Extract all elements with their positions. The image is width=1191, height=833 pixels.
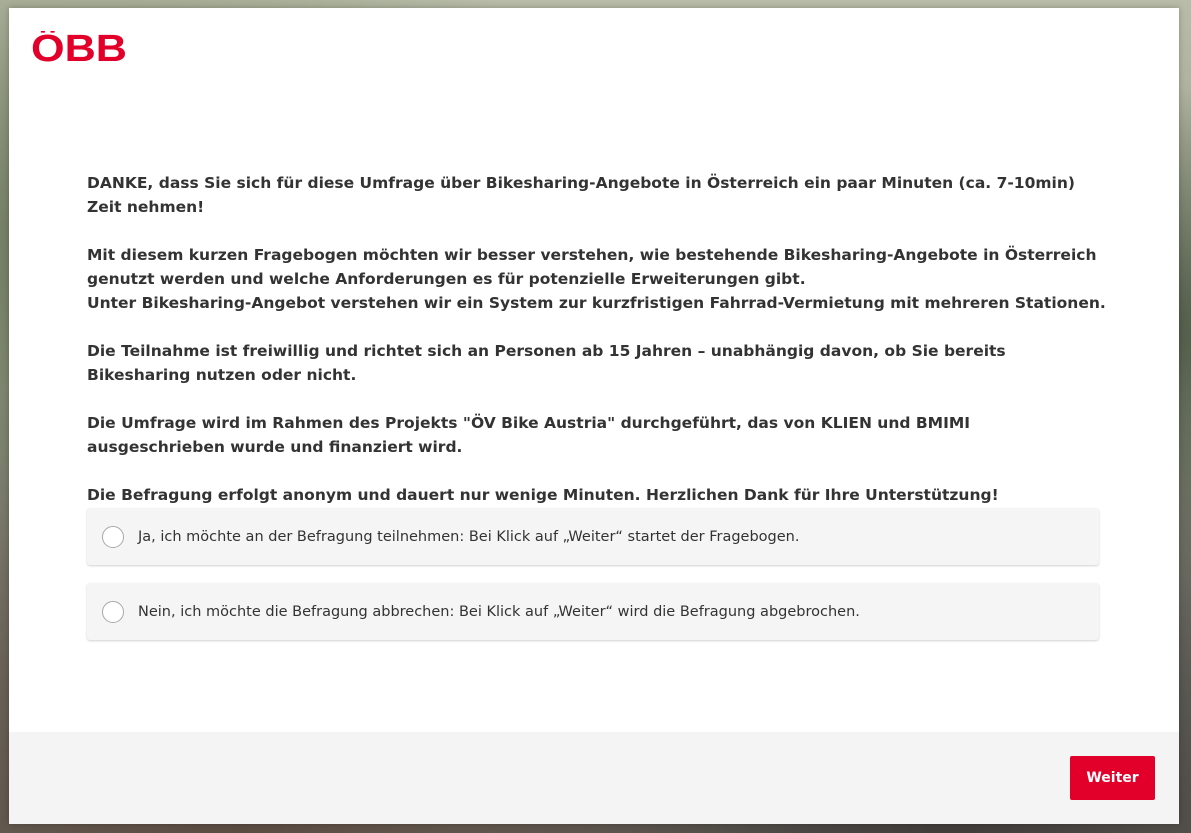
intro-paragraph-anonymous: Die Befragung erfolgt anonym und dauert … — [87, 486, 999, 504]
intro-paragraph-definition: Unter Bikesharing-Angebot verstehen wir … — [87, 294, 1106, 312]
intro-paragraph-thanks: DANKE, dass Sie sich für diese Umfrage ü… — [87, 174, 1075, 216]
radio-cancel[interactable] — [102, 600, 124, 623]
oebb-logo: ÖBB — [31, 31, 127, 63]
radio-participate[interactable] — [102, 525, 124, 548]
logo-text: ÖBB — [31, 31, 127, 63]
intro-text: DANKE, dass Sie sich für diese Umfrage ü… — [87, 171, 1107, 531]
next-button[interactable]: Weiter — [1070, 756, 1155, 800]
option-participate-label: Ja, ich möchte an der Befragung teilnehm… — [138, 528, 800, 545]
option-cancel[interactable]: Nein, ich möchte die Befragung abbrechen… — [87, 583, 1099, 640]
footer-bar: Weiter — [9, 732, 1179, 824]
survey-card: ÖBB DANKE, dass Sie sich für diese Umfra… — [9, 8, 1179, 824]
option-cancel-label: Nein, ich möchte die Befragung abbrechen… — [138, 603, 860, 620]
intro-paragraph-participation: Die Teilnahme ist freiwillig und richtet… — [87, 342, 1006, 384]
intro-paragraph-purpose: Mit diesem kurzen Fragebogen möchten wir… — [87, 246, 1097, 288]
option-participate[interactable]: Ja, ich möchte an der Befragung teilnehm… — [87, 508, 1099, 565]
intro-paragraph-project: Die Umfrage wird im Rahmen des Projekts … — [87, 414, 971, 456]
